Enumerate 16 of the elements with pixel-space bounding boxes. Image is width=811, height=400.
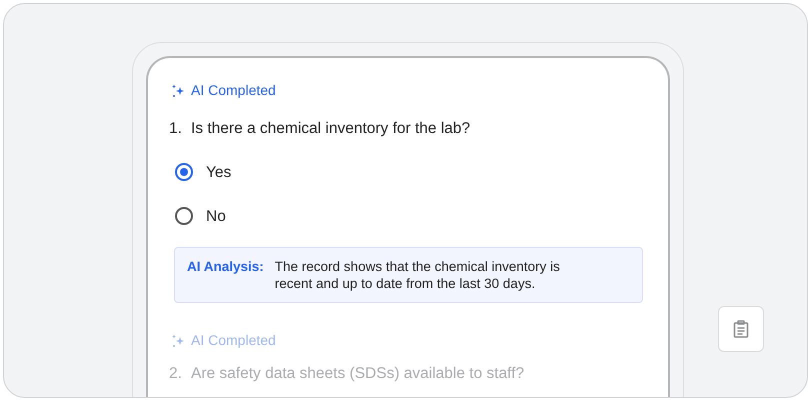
question-number: 1. — [169, 119, 183, 139]
radio-option[interactable]: No — [169, 194, 644, 238]
question-text: Are safety data sheets (SDSs) available to staff? — [191, 364, 524, 384]
ai-completed-label: AI Completed — [191, 81, 276, 100]
sparkle-icon — [171, 334, 185, 348]
question-number: 2. — [169, 364, 183, 384]
radio-option[interactable]: Yes — [169, 150, 644, 194]
radio-button[interactable] — [175, 207, 193, 226]
ai-completed-label: AI Completed — [191, 331, 276, 350]
analysis-label: AI Analysis: — [187, 258, 264, 276]
clipboard-button[interactable] — [718, 306, 764, 352]
question-text: Is there a chemical inventory for the lab? — [191, 119, 470, 139]
analysis-text: The record shows that the chemical inventory is recent and up to date from the last 30 days. — [274, 258, 561, 292]
radio-button[interactable] — [175, 163, 193, 182]
sparkle-icon — [171, 84, 185, 98]
clipboard-icon — [733, 320, 749, 338]
